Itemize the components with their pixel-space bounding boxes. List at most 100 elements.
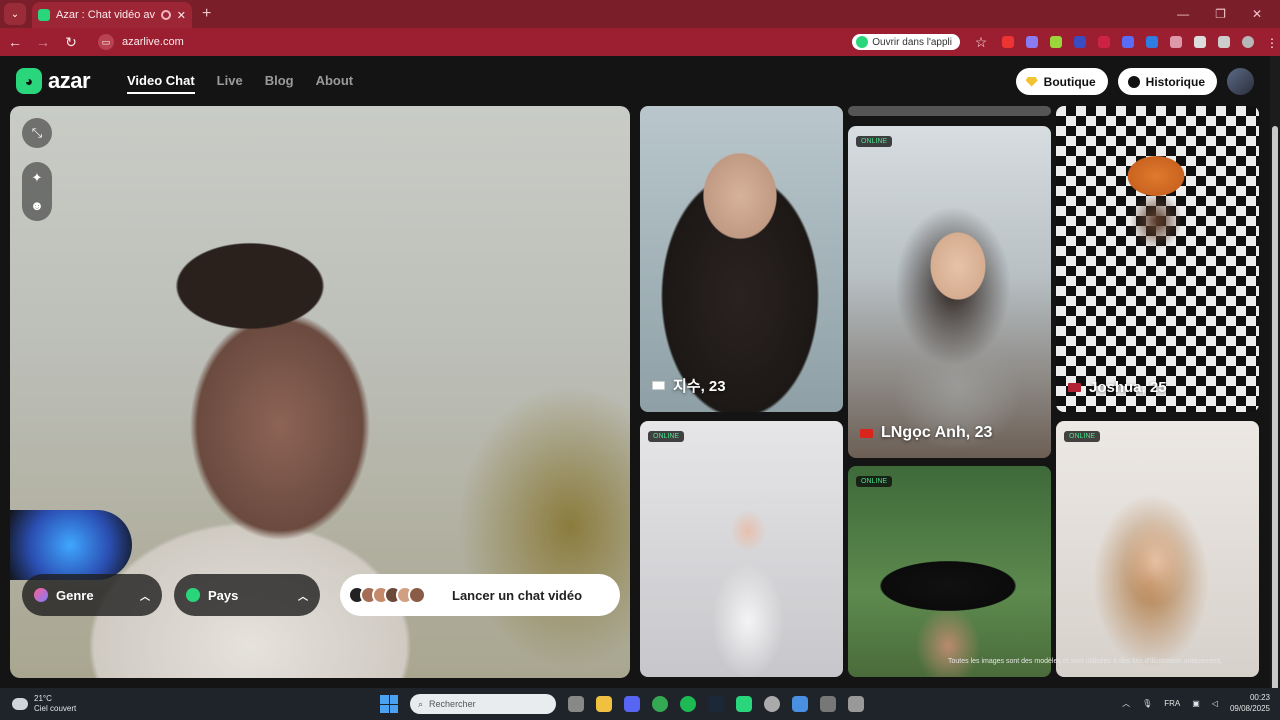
clock[interactable]: 00:23 09/08/2025 <box>1230 692 1270 714</box>
browser-tab[interactable]: Azar : Chat vidéo avec de n ✕ <box>32 2 192 28</box>
taskbar-apps: ⌕ Rechercher <box>380 694 864 714</box>
profile-icon[interactable] <box>1242 36 1254 48</box>
nav-about[interactable]: About <box>316 73 354 94</box>
face-filter-icon[interactable]: ☻ <box>30 198 44 213</box>
extension-icon[interactable] <box>1002 36 1014 48</box>
site-header: ◕ azar Video Chat Live Blog About Boutiq… <box>0 56 1270 106</box>
online-badge: ONLINE <box>856 136 893 147</box>
search-icon: ⌕ <box>418 698 424 709</box>
nav-live[interactable]: Live <box>217 73 243 94</box>
network-icon[interactable]: ▣ <box>1192 699 1200 708</box>
nav-blog[interactable]: Blog <box>265 73 294 94</box>
launch-video-chat-button[interactable]: Lancer un chat vidéo <box>340 574 620 616</box>
flag-vn-icon <box>860 428 873 438</box>
browser-address-bar: ← → ↻ ▭ azarlive.com Ouvrir dans l'appli… <box>0 28 1280 56</box>
historique-label: Historique <box>1145 74 1205 89</box>
weather-condition: Ciel couvert <box>34 704 77 713</box>
pays-label: Pays <box>208 587 239 603</box>
user-avatar[interactable] <box>1227 68 1254 95</box>
extension-icon[interactable] <box>1098 36 1110 48</box>
chrome-icon[interactable] <box>652 696 668 712</box>
settings-icon[interactable] <box>764 696 780 712</box>
genre-label: Genre <box>56 587 94 603</box>
reload-icon[interactable]: ↻ <box>64 34 78 51</box>
extension-icon[interactable] <box>1050 36 1062 48</box>
extension-icon[interactable] <box>1026 36 1038 48</box>
system-tray: ︿ 🎙 FRA ▣ ◁ 00:23 09/08/2025 <box>1122 692 1270 714</box>
language-indicator[interactable]: FRA <box>1164 699 1180 708</box>
app-icon[interactable] <box>848 696 864 712</box>
historique-button[interactable]: Historique <box>1117 68 1217 95</box>
gallery-card: 지수, 23 <box>640 106 843 412</box>
effects-toolbar: ✦ ☻ <box>22 162 52 221</box>
temperature: 21°C <box>34 694 52 703</box>
file-explorer-icon[interactable] <box>596 696 612 712</box>
windows-start-icon[interactable] <box>380 695 398 713</box>
genre-filter[interactable]: Genre ︿ <box>22 574 162 616</box>
volume-icon[interactable]: ◁ <box>1212 699 1218 708</box>
gallery-card: ONLINE <box>848 466 1051 677</box>
user-faces-preview <box>348 586 426 604</box>
header-actions: Boutique Historique <box>1015 68 1254 95</box>
bookmark-star-icon[interactable]: ☆ <box>974 34 988 51</box>
minimize-button[interactable]: — <box>1177 7 1189 21</box>
azar-logo[interactable]: ◕ azar <box>16 68 91 94</box>
search-placeholder: Rechercher <box>429 699 476 709</box>
chevron-up-icon: ︿ <box>140 591 150 603</box>
azar-logo-icon: ◕ <box>16 68 42 94</box>
country-filter[interactable]: Pays ︿ <box>174 574 320 616</box>
discord-icon[interactable] <box>624 696 640 712</box>
extension-icon[interactable] <box>1074 36 1086 48</box>
weather-widget[interactable]: 21°C Ciel couvert <box>12 694 76 714</box>
app-icon[interactable] <box>792 696 808 712</box>
card-name: LNgọc Anh, 23 <box>881 424 993 441</box>
extension-icon[interactable] <box>1146 36 1158 48</box>
online-badge: ONLINE <box>1064 431 1101 442</box>
tab-close-icon[interactable]: ✕ <box>177 9 186 22</box>
reading-list-icon[interactable] <box>1218 36 1230 48</box>
online-badge: ONLINE <box>856 476 893 487</box>
back-icon[interactable]: ← <box>8 34 22 50</box>
sparkle-effects-icon[interactable]: ✦ <box>32 170 43 186</box>
task-view-icon[interactable] <box>568 696 584 712</box>
forward-icon[interactable]: → <box>36 34 50 50</box>
flag-us-icon <box>1068 383 1081 392</box>
more-menu-icon[interactable]: ⋮ <box>1266 36 1278 50</box>
url-text[interactable]: azarlive.com <box>122 36 184 48</box>
page-scrollbar[interactable] <box>1270 56 1280 716</box>
url-field[interactable]: ▭ azarlive.com <box>98 34 838 50</box>
date: 09/08/2025 <box>1229 704 1270 713</box>
tray-chevron-icon[interactable]: ︿ <box>1122 698 1130 709</box>
face-avatar <box>408 586 426 604</box>
gender-icon <box>34 588 48 602</box>
extension-icon[interactable] <box>1170 36 1182 48</box>
taskbar: 21°C Ciel couvert ⌕ Rechercher ︿ 🎙 FRA ▣… <box>0 688 1280 720</box>
extension-icon[interactable] <box>1122 36 1134 48</box>
nav-video-chat[interactable]: Video Chat <box>127 73 195 94</box>
spotify-icon[interactable] <box>680 696 696 712</box>
app-icon <box>856 36 869 48</box>
maximize-button[interactable]: ❐ <box>1215 7 1226 21</box>
minimize-video-icon[interactable]: ⤡ <box>22 118 52 148</box>
boutique-button[interactable]: Boutique <box>1015 68 1108 95</box>
app-icon[interactable] <box>820 696 836 712</box>
microphone-light <box>10 510 132 580</box>
app-icon[interactable] <box>736 696 752 712</box>
extensions-puzzle-icon[interactable] <box>1194 36 1206 48</box>
close-window-button[interactable]: ✕ <box>1252 7 1262 21</box>
gallery-card: Joshua, 25 <box>1056 106 1259 412</box>
site-info-icon[interactable]: ▭ <box>98 34 114 50</box>
new-tab-button[interactable]: + <box>202 5 211 23</box>
scrollbar-thumb[interactable] <box>1272 126 1278 716</box>
microphone-icon[interactable]: 🎙 <box>1142 699 1152 708</box>
chevron-up-icon: ︿ <box>298 591 308 603</box>
tab-search-button[interactable]: ⌄ <box>4 3 26 25</box>
gallery-card <box>848 106 1051 116</box>
cloud-icon <box>12 698 28 710</box>
images-disclaimer: Toutes les images sont des modèles et so… <box>948 658 1223 665</box>
clock-icon <box>1127 75 1140 88</box>
gallery-card: ONLINE <box>1056 421 1259 677</box>
open-in-app-button[interactable]: Ouvrir dans l'appli <box>852 34 960 50</box>
steam-icon[interactable] <box>708 696 724 712</box>
taskbar-search[interactable]: ⌕ Rechercher <box>410 694 556 714</box>
